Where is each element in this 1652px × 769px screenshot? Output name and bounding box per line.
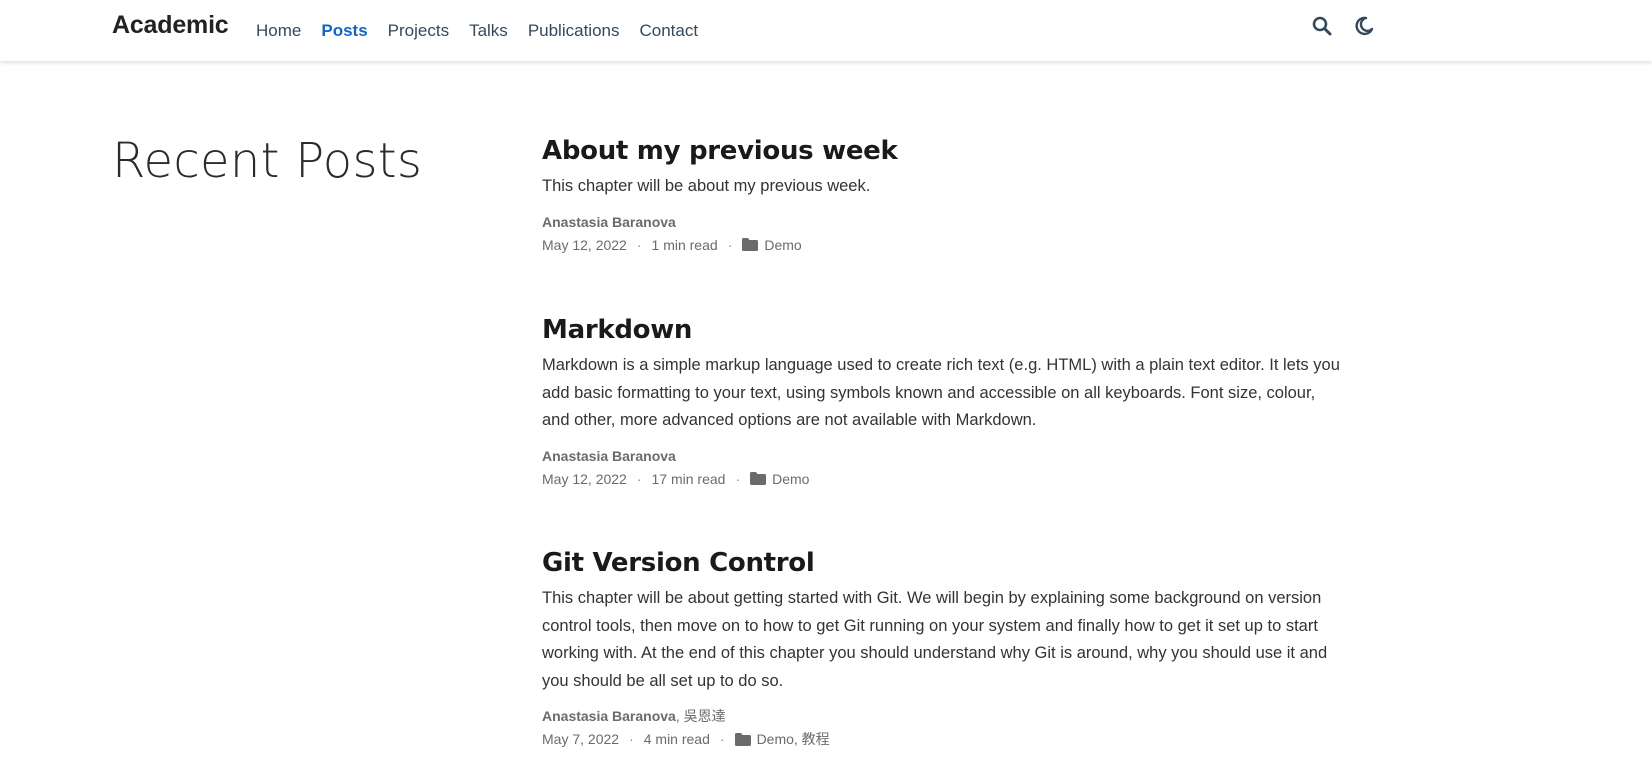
nav-link-publications[interactable]: Publications: [528, 21, 620, 41]
post-summary: This chapter will be about my previous w…: [542, 177, 871, 196]
post-category-link[interactable]: Demo, 教程: [757, 727, 830, 751]
post-meta-line: May 7, 2022 · 4 min read · Demo, 教程: [542, 727, 1342, 751]
post-title-link[interactable]: Markdown: [542, 315, 1342, 346]
post-category-link[interactable]: Demo: [764, 233, 801, 257]
post-meta: Anastasia Baranova May 12, 2022 · 17 min…: [542, 445, 1342, 491]
folder-icon: [742, 238, 759, 252]
post-item: Markdown Markdown is a simple markup lan…: [542, 315, 1342, 491]
post-date: May 7, 2022: [542, 731, 620, 748]
page-title: Recent Posts: [112, 133, 423, 189]
post-category-link[interactable]: Demo: [772, 467, 809, 491]
post-title-link[interactable]: About my previous week: [542, 136, 898, 167]
author-link[interactable]: Anastasia Baranova: [542, 214, 676, 230]
moon-icon[interactable]: [1352, 14, 1376, 38]
meta-separator: ·: [636, 236, 642, 253]
nav-link-posts[interactable]: Posts: [321, 21, 367, 41]
post-item: Git Version Control This chapter will be…: [542, 548, 1342, 751]
post-date: May 12, 2022: [542, 236, 627, 253]
search-icon[interactable]: [1310, 14, 1334, 38]
author-link[interactable]: Anastasia Baranova: [542, 708, 676, 724]
post-meta-line: May 12, 2022 · 1 min read · Demo: [542, 233, 897, 257]
nav-link-contact[interactable]: Contact: [639, 21, 698, 41]
nav-link-home[interactable]: Home: [256, 21, 301, 41]
folder-icon: [734, 732, 751, 746]
nav-link-projects[interactable]: Projects: [388, 21, 449, 41]
meta-separator: ·: [719, 731, 725, 748]
post-authors: Anastasia Baranova: [542, 211, 897, 233]
post-read-time: 4 min read: [643, 731, 710, 748]
navbar-actions: [1310, 14, 1376, 38]
post-title-link[interactable]: Git Version Control: [542, 548, 1342, 579]
site-brand[interactable]: Academic: [112, 11, 229, 40]
post-summary: This chapter will be about getting start…: [542, 589, 1328, 690]
post-item: About my previous week This chapter will…: [542, 136, 898, 257]
top-navbar: Academic Home Posts Projects Talks Publi…: [0, 0, 1652, 61]
post-meta-line: May 12, 2022 · 17 min read · Demo: [542, 467, 1342, 491]
meta-separator: ·: [636, 470, 642, 487]
post-authors: Anastasia Baranova, 吳恩達: [542, 705, 1342, 727]
post-read-time: 1 min read: [651, 236, 718, 253]
meta-separator: ·: [735, 470, 741, 487]
post-date: May 12, 2022: [542, 470, 627, 487]
post-meta: Anastasia Baranova May 12, 2022 · 1 min …: [542, 211, 897, 257]
coauthor-text: , 吳恩達: [675, 708, 726, 725]
post-read-time: 17 min read: [651, 470, 726, 487]
post-summary: Markdown is a simple markup language use…: [542, 356, 1340, 430]
meta-separator: ·: [727, 236, 733, 253]
folder-icon: [750, 472, 767, 486]
nav-link-talks[interactable]: Talks: [469, 21, 508, 41]
meta-separator: ·: [629, 731, 634, 748]
post-authors: Anastasia Baranova: [542, 445, 1342, 467]
author-link[interactable]: Anastasia Baranova: [542, 448, 676, 464]
post-meta: Anastasia Baranova, 吳恩達 May 7, 2022 · 4 …: [542, 705, 1342, 751]
main-nav: Home Posts Projects Talks Publications C…: [246, 0, 708, 61]
